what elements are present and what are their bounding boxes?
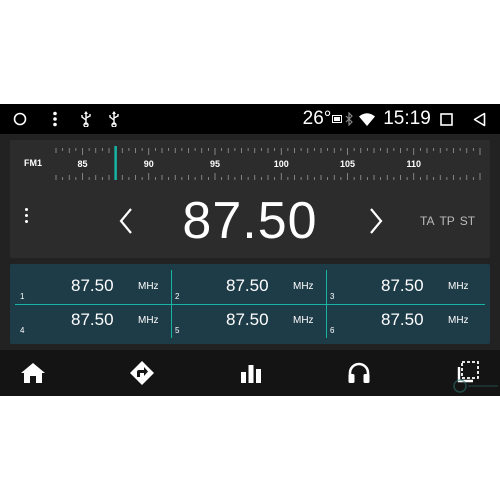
preset-button-3[interactable]: 3 87.50 MHz: [326, 270, 481, 304]
preset-number: 6: [330, 326, 335, 335]
rds-indicators: TA TP ST: [420, 188, 475, 254]
tuner-panel: FM1 85 90 95 100 105 110 87.50 TA TP ST: [10, 140, 490, 258]
preset-button-5[interactable]: 5 87.50 MHz: [171, 304, 326, 338]
frequency-scale[interactable]: FM1 85 90 95 100 105 110: [10, 140, 490, 182]
tuner-menu-icon[interactable]: [22, 208, 30, 228]
preset-unit: MHz: [293, 281, 314, 292]
preset-frequency: 87.50: [226, 276, 269, 295]
seek-next-chevron-icon[interactable]: [364, 188, 388, 254]
preset-number: 3: [330, 292, 335, 301]
preset-number: 1: [20, 292, 25, 301]
preset-button-4[interactable]: 4 87.50 MHz: [16, 304, 171, 338]
watermark-logo: [453, 379, 498, 393]
weather-icon: [331, 104, 343, 134]
scale-label: 85: [77, 159, 87, 169]
preset-unit: MHz: [448, 281, 469, 292]
home-icon[interactable]: [8, 350, 58, 396]
navigation-icon[interactable]: [117, 350, 167, 396]
preset-frequency: 87.50: [381, 310, 424, 329]
back-triangle-icon[interactable]: [470, 104, 488, 134]
preset-button-6[interactable]: 6 87.50 MHz: [326, 304, 481, 338]
preset-number: 5: [175, 326, 180, 335]
preset-number: 4: [20, 326, 25, 335]
ta-indicator[interactable]: TA: [420, 214, 434, 228]
scale-label: 105: [340, 159, 355, 169]
bottom-nav: [0, 350, 500, 396]
preset-number: 2: [175, 292, 180, 301]
preset-unit: MHz: [293, 315, 314, 326]
status-bar: 26° 15:19: [0, 104, 500, 134]
scale-label: 95: [210, 159, 220, 169]
scale-label: 90: [144, 159, 154, 169]
preset-unit: MHz: [448, 315, 469, 326]
preset-button-2[interactable]: 2 87.50 MHz: [171, 270, 326, 304]
temperature-text: 26°: [302, 108, 332, 129]
band-label: FM1: [24, 158, 42, 168]
preset-frequency: 87.50: [71, 276, 114, 295]
circle-icon[interactable]: [10, 104, 30, 134]
clock-text: 15:19: [383, 108, 431, 129]
preset-unit: MHz: [138, 315, 159, 326]
current-frequency: 87.50: [182, 192, 318, 250]
bluetooth-icon: [343, 104, 355, 134]
seek-prev-chevron-icon[interactable]: [114, 188, 138, 254]
recents-square-icon[interactable]: [437, 104, 455, 134]
headphones-icon[interactable]: [334, 350, 384, 396]
preset-button-1[interactable]: 1 87.50 MHz: [16, 270, 171, 304]
preset-unit: MHz: [138, 281, 159, 292]
preset-grid: 1 87.50 MHz 2 87.50 MHz 3 87.50 MHz 4 87…: [10, 264, 490, 344]
preset-frequency: 87.50: [71, 310, 114, 329]
radio-screen: 26° 15:19 FM1 85 90 95 100 105 110 87.50…: [0, 104, 500, 396]
frequency-display: 87.50 TA TP ST: [10, 188, 490, 254]
more-vert-icon[interactable]: [45, 104, 65, 134]
preset-frequency: 87.50: [226, 310, 269, 329]
equalizer-icon[interactable]: [226, 350, 276, 396]
wifi-icon: [357, 104, 377, 134]
st-indicator: ST: [459, 214, 476, 228]
scale-label: 110: [406, 159, 421, 169]
usb-icon: [105, 104, 123, 134]
usb-icon: [77, 104, 95, 134]
tp-indicator[interactable]: TP: [439, 214, 454, 228]
scale-label: 100: [274, 159, 289, 169]
preset-frequency: 87.50: [381, 276, 424, 295]
